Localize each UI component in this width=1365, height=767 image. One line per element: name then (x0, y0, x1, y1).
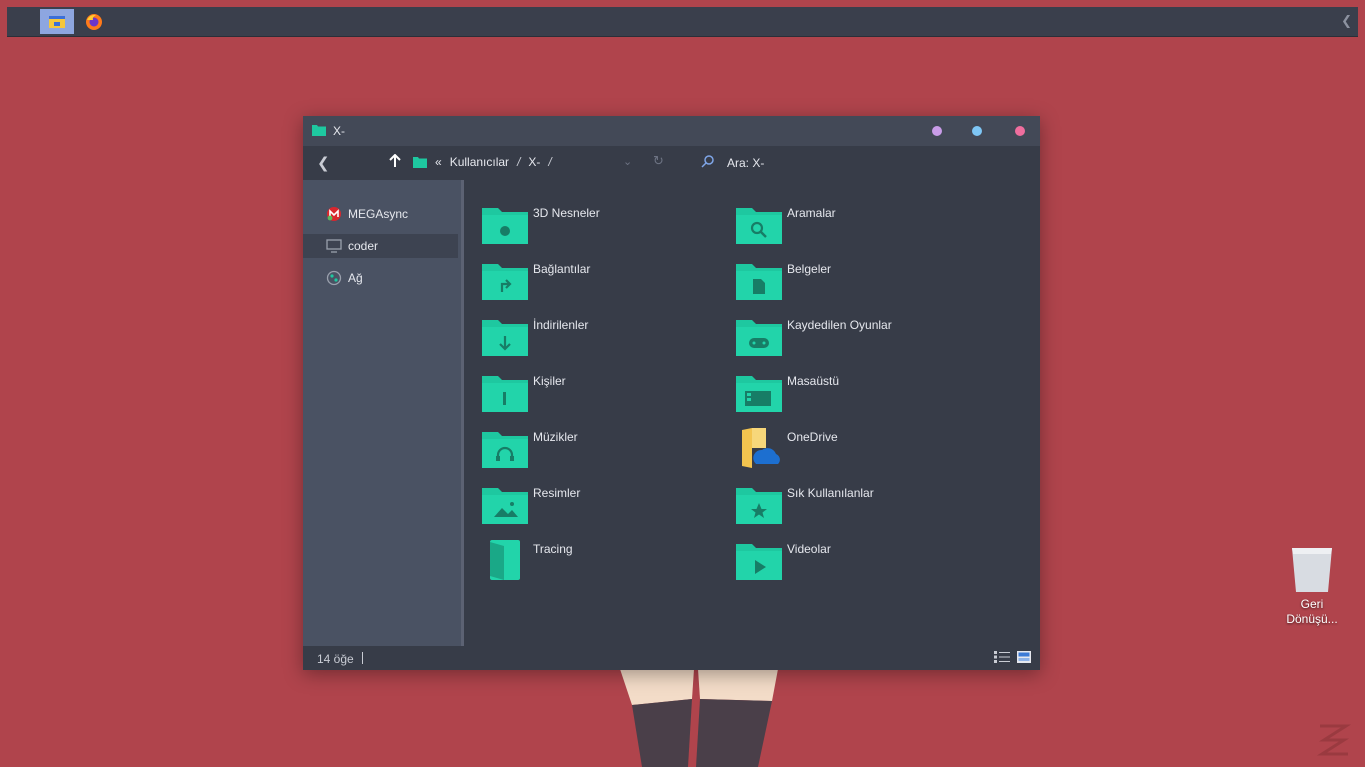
item-count: 14 öğe (317, 652, 354, 666)
pictures-folder-icon (482, 488, 528, 524)
network-icon (326, 270, 342, 286)
search-input[interactable]: Ara: X- (727, 156, 764, 170)
title-bar[interactable]: X- (303, 116, 1040, 146)
taskbar: ❮ (7, 7, 1358, 37)
list-item-sik-kullanilanlar[interactable]: Sık Kullanılanlar (736, 480, 966, 528)
folder-icon (312, 125, 326, 136)
list-item-muzikler[interactable]: Müzikler (482, 424, 712, 472)
close-button[interactable] (1015, 126, 1025, 136)
list-item-label: Sık Kullanılanlar (787, 486, 874, 500)
taskbar-file-explorer-button[interactable] (40, 9, 74, 34)
list-item-label: Kaydedilen Oyunlar (787, 318, 892, 332)
status-bar: 14 öğe (303, 646, 1040, 670)
folder-icon (413, 156, 427, 168)
list-item-label: Belgeler (787, 262, 832, 276)
list-item-tracing[interactable]: Tracing (482, 536, 712, 584)
contacts-folder-icon (482, 376, 528, 412)
maximize-button[interactable] (972, 126, 982, 136)
list-item-label: Aramalar (787, 206, 836, 220)
refresh-icon[interactable]: ↻ (653, 153, 664, 169)
chevron-down-icon[interactable]: ⌄ (623, 155, 632, 168)
list-item-label: Kişiler (533, 374, 566, 388)
downloads-folder-icon (482, 320, 528, 356)
list-item-label: Müzikler (533, 430, 578, 444)
breadcrumb-x[interactable]: X- (528, 155, 540, 169)
sidebar-item-label: Ağ (348, 271, 363, 285)
search-icon (701, 155, 714, 168)
list-item-label: Tracing (533, 542, 573, 556)
music-folder-icon (482, 432, 528, 468)
breadcrumb-separator: / (548, 155, 552, 169)
status-divider (362, 652, 363, 664)
sidebar-item-megasync[interactable]: MEGAsync (303, 202, 458, 226)
file-list: 3D Nesneler Bağlantılar İndirilenler Kiş… (464, 180, 1040, 646)
tracing-folder-icon (490, 540, 520, 580)
breadcrumb-kullanicilar[interactable]: Kullanıcılar (450, 155, 509, 169)
list-item-aramalar[interactable]: Aramalar (736, 200, 966, 248)
list-item-label: İndirilenler (533, 318, 589, 332)
recycle-bin-label: Geri Dönüşü... (1286, 597, 1338, 626)
list-item-label: Videolar (787, 542, 831, 556)
firefox-icon (86, 13, 102, 30)
back-button[interactable]: ❮ (317, 154, 330, 172)
searches-folder-icon (736, 208, 782, 244)
navigation-bar: ❮ « Kullanıcılar / X- / ⌄ ↻ Ara: X- (303, 146, 1040, 180)
list-item-baglantilar[interactable]: Bağlantılar (482, 256, 712, 304)
list-item-label: Bağlantılar (533, 262, 591, 276)
onedrive-folder-icon (742, 428, 780, 468)
list-item-label: Masaüstü (787, 374, 840, 388)
list-item-label: OneDrive (787, 430, 838, 444)
sidebar-item-label: MEGAsync (348, 207, 409, 221)
breadcrumb-prefix[interactable]: « (435, 155, 442, 169)
list-item-onedrive[interactable]: OneDrive (736, 424, 966, 472)
taskbar-firefox-button[interactable] (77, 9, 111, 34)
details-view-icon[interactable] (994, 651, 1010, 663)
recycle-bin-icon (1292, 548, 1332, 592)
sidebar-item-coder[interactable]: coder (303, 234, 458, 258)
desktop-folder-icon (736, 376, 782, 412)
megasync-icon (326, 206, 342, 222)
favorites-folder-icon (736, 488, 782, 524)
list-item-masaustu[interactable]: Masaüstü (736, 368, 966, 416)
arrow-up-icon[interactable] (389, 154, 401, 168)
list-item-kisiler[interactable]: Kişiler (482, 368, 712, 416)
list-item-label: Resimler (533, 486, 581, 500)
monitor-icon (326, 238, 342, 254)
large-icons-view-icon[interactable] (1017, 651, 1031, 663)
sidebar-item-label: coder (348, 239, 379, 253)
window-title: X- (333, 124, 345, 138)
list-item-resimler[interactable]: Resimler (482, 480, 712, 528)
3d-objects-folder-icon (482, 208, 528, 244)
saved-games-folder-icon (736, 320, 782, 356)
list-item-belgeler[interactable]: Belgeler (736, 256, 966, 304)
breadcrumb: « Kullanıcılar / X- / (413, 155, 552, 169)
wallpaper-logo (1316, 724, 1352, 756)
breadcrumb-separator: / (517, 155, 521, 169)
list-item-label: 3D Nesneler (533, 206, 600, 220)
list-item-videolar[interactable]: Videolar (736, 536, 966, 584)
chevron-left-icon[interactable]: ❮ (1341, 13, 1352, 29)
wallpaper-legs (620, 669, 778, 767)
minimize-button[interactable] (932, 126, 942, 136)
videos-folder-icon (736, 544, 782, 580)
navigation-pane: MEGAsync coder Ağ (303, 180, 461, 646)
folder-icon (49, 15, 65, 28)
list-item-kaydedilen-oyunlar[interactable]: Kaydedilen Oyunlar (736, 312, 966, 360)
list-item-3d-nesneler[interactable]: 3D Nesneler (482, 200, 712, 248)
sidebar-item-ag[interactable]: Ağ (303, 266, 458, 290)
documents-folder-icon (736, 264, 782, 300)
recycle-bin[interactable]: Geri Dönüşü... (1282, 546, 1342, 626)
file-explorer-window: X- ❮ « Kullanıcılar / X- / ⌄ ↻ Ara: X- M… (303, 116, 1040, 670)
list-item-indirilenler[interactable]: İndirilenler (482, 312, 712, 360)
links-folder-icon (482, 264, 528, 300)
